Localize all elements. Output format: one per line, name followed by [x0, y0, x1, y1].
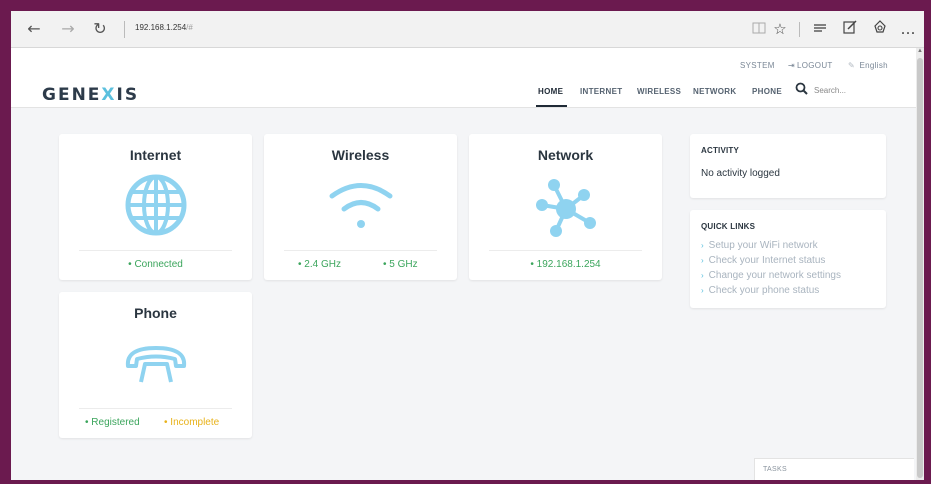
card-divider — [79, 250, 232, 251]
quick-link-label: Check your phone status — [708, 285, 820, 296]
genexis-logo[interactable]: GENEXIS — [42, 85, 139, 105]
logo-text-part1: GENE — [42, 85, 102, 105]
quick-link-phone[interactable]: › Check your phone status — [701, 285, 819, 296]
search-icon[interactable] — [795, 82, 808, 99]
browser-window: ← → ↻ 192.168.1.254/# ☆ … GENEXIS SYSTEM… — [11, 11, 924, 480]
status-dot: • — [383, 259, 387, 270]
status-dot: • — [530, 259, 534, 270]
refresh-button[interactable]: ↻ — [91, 20, 109, 38]
status-dot: • — [85, 417, 89, 428]
wireless-24-label: 2.4 GHz — [304, 259, 341, 270]
phone-icon — [123, 340, 189, 391]
share-icon[interactable] — [871, 20, 889, 38]
web-note-icon[interactable] — [841, 20, 859, 38]
phone-incomplete-status: • Incomplete — [164, 417, 219, 428]
phone-registered-status: • Registered — [85, 417, 140, 428]
vertical-scrollbar[interactable]: ▲ — [916, 48, 924, 480]
internet-status-label: Connected — [134, 259, 183, 270]
site-header: GENEXIS SYSTEM ⇥ LOGOUT ✎ English HOME IN… — [11, 48, 916, 108]
system-link[interactable]: SYSTEM — [740, 61, 775, 70]
card-divider — [284, 250, 437, 251]
address-separator — [124, 21, 125, 38]
logo-text-part2: IS — [116, 85, 140, 105]
phone-incomplete-label: Incomplete — [170, 417, 220, 428]
quick-link-label: Check your Internet status — [708, 255, 826, 266]
quick-link-internet[interactable]: › Check your Internet status — [701, 255, 825, 266]
toolbar-separator — [799, 22, 800, 37]
chevron-right-icon: › — [701, 286, 704, 295]
chevron-right-icon: › — [701, 256, 704, 265]
menu-home[interactable]: HOME — [538, 87, 563, 96]
active-menu-indicator — [536, 105, 567, 107]
quick-links-panel: QUICK LINKS › Setup your WiFi network › Ch… — [690, 210, 886, 308]
wireless-5-label: 5 GHz — [389, 259, 418, 270]
address-bar[interactable]: 192.168.1.254/# — [135, 23, 193, 32]
scroll-thumb[interactable] — [917, 58, 923, 478]
status-dot: • — [128, 259, 132, 270]
network-card[interactable]: Network • 192.168.1.254 — [469, 134, 662, 280]
network-hub-icon — [534, 175, 598, 244]
menu-network[interactable]: NETWORK — [693, 87, 736, 96]
chevron-right-icon: › — [701, 241, 704, 250]
activity-panel: ACTIVITY No activity logged — [690, 134, 886, 198]
menu-internet[interactable]: INTERNET — [580, 87, 622, 96]
wireless-5-status: • 5 GHz — [383, 259, 418, 270]
language-icon: ✎ — [848, 61, 856, 70]
phone-card-title: Phone — [134, 305, 177, 321]
quick-link-label: Change your network settings — [708, 270, 841, 281]
wifi-icon — [328, 179, 394, 238]
tasks-label: TASKS — [763, 466, 787, 473]
tasks-bar[interactable]: TASKS — [754, 458, 914, 480]
reading-view-icon[interactable] — [750, 20, 768, 38]
activity-text: No activity logged — [701, 168, 780, 179]
address-hash: /# — [186, 23, 193, 32]
star-icon[interactable]: ☆ — [771, 20, 789, 38]
globe-icon — [124, 173, 188, 242]
forward-button[interactable]: → — [59, 20, 77, 38]
logout-link[interactable]: ⇥ LOGOUT — [788, 61, 833, 70]
hub-icon[interactable] — [811, 20, 829, 38]
back-button[interactable]: ← — [25, 20, 43, 38]
quick-links-title: QUICK LINKS — [701, 222, 756, 231]
network-status-label: 192.168.1.254 — [536, 259, 601, 270]
status-dot: • — [298, 259, 302, 270]
internet-card-title: Internet — [129, 147, 182, 163]
wireless-card-title: Wireless — [331, 147, 390, 163]
status-dot: • — [164, 417, 168, 428]
quick-link-wifi[interactable]: › Setup your WiFi network — [701, 240, 818, 251]
internet-status: • Connected — [59, 259, 252, 270]
activity-title: ACTIVITY — [701, 146, 740, 155]
wireless-24-status: • 2.4 GHz — [298, 259, 341, 270]
more-icon[interactable]: … — [899, 20, 917, 38]
phone-registered-label: Registered — [91, 417, 140, 428]
language-selector[interactable]: ✎ English — [848, 61, 888, 70]
internet-card[interactable]: Internet • Connected — [59, 134, 252, 280]
network-card-title: Network — [537, 147, 594, 163]
search-input[interactable] — [814, 86, 894, 95]
network-status: • 192.168.1.254 — [469, 259, 662, 270]
menu-wireless[interactable]: WIRELESS — [637, 87, 681, 96]
logout-icon: ⇥ — [788, 61, 796, 70]
card-divider — [489, 250, 642, 251]
scroll-up-icon[interactable]: ▲ — [916, 48, 924, 57]
card-divider — [79, 408, 232, 409]
logo-x: X — [101, 85, 117, 105]
language-label: English — [859, 61, 888, 70]
logout-label: LOGOUT — [797, 61, 833, 70]
phone-card[interactable]: Phone • Registered • Incomplete — [59, 292, 252, 438]
wireless-card[interactable]: Wireless • 2.4 GHz • 5 GHz — [264, 134, 457, 280]
address-host: 192.168.1.254 — [135, 23, 187, 32]
chevron-right-icon: › — [701, 271, 704, 280]
quick-link-network[interactable]: › Change your network settings — [701, 270, 841, 281]
quick-link-label: Setup your WiFi network — [708, 240, 818, 251]
menu-phone[interactable]: PHONE — [752, 87, 782, 96]
browser-toolbar: ← → ↻ 192.168.1.254/# ☆ … — [11, 11, 924, 48]
